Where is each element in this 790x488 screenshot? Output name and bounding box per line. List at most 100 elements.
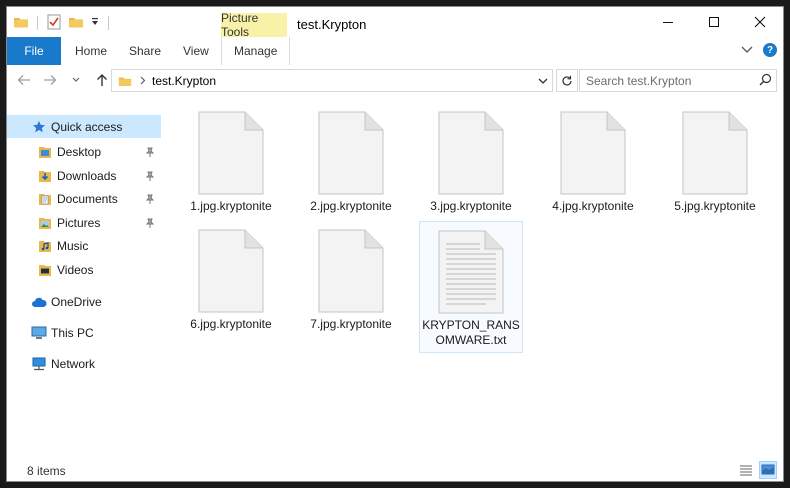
folder-icon bbox=[118, 74, 132, 88]
file-list: 1.jpg.kryptonite 2.jpg.kryptonite 3.jpg.… bbox=[169, 103, 783, 453]
chevron-down-icon bbox=[72, 77, 80, 82]
nav-item-label: Quick access bbox=[51, 119, 123, 134]
refresh-button[interactable] bbox=[556, 69, 578, 92]
file-item[interactable]: 5.jpg.kryptonite bbox=[663, 103, 767, 233]
new-folder-icon[interactable] bbox=[68, 15, 84, 32]
blank-file-icon bbox=[318, 111, 384, 195]
tab-share[interactable]: Share bbox=[129, 37, 161, 65]
network-icon bbox=[31, 356, 47, 372]
pin-icon[interactable] bbox=[145, 170, 155, 184]
recent-locations-button[interactable] bbox=[67, 71, 85, 89]
maximize-button[interactable] bbox=[691, 7, 737, 37]
tab-file[interactable]: File bbox=[7, 37, 61, 65]
navigation-buttons bbox=[15, 71, 111, 89]
search-box[interactable] bbox=[579, 69, 777, 92]
search-input[interactable] bbox=[584, 72, 756, 89]
forward-button[interactable] bbox=[41, 71, 59, 89]
blank-file-icon bbox=[438, 111, 504, 195]
navigation-pane: Quick access Desktop Downloads Documents… bbox=[7, 103, 167, 453]
up-button[interactable] bbox=[93, 71, 111, 89]
quick-access-toolbar bbox=[13, 13, 111, 33]
nav-item-documents[interactable]: Documents bbox=[7, 187, 161, 210]
view-buttons bbox=[737, 461, 777, 479]
minimize-button[interactable] bbox=[645, 7, 691, 37]
nav-item-downloads[interactable]: Downloads bbox=[7, 164, 161, 187]
tab-manage[interactable]: Manage bbox=[221, 37, 291, 65]
folder-icon bbox=[13, 15, 29, 32]
blank-file-icon bbox=[198, 229, 264, 313]
details-view-icon bbox=[740, 465, 752, 476]
nav-item-quick-access[interactable]: Quick access bbox=[7, 115, 161, 138]
ribbon-right: ? bbox=[741, 43, 777, 57]
blank-file-icon bbox=[318, 229, 384, 313]
pin-icon[interactable] bbox=[145, 193, 155, 207]
picture-tools-context-tab: Picture Tools bbox=[221, 11, 287, 39]
customize-toolbar-icon[interactable] bbox=[90, 16, 100, 30]
file-item[interactable]: 6.jpg.kryptonite bbox=[179, 221, 283, 351]
close-button[interactable] bbox=[737, 7, 783, 37]
toolbar-separator bbox=[108, 16, 109, 30]
window-title: test.Krypton bbox=[297, 17, 367, 32]
ribbon-tabs: File Home Share View Manage ? bbox=[7, 37, 783, 66]
properties-icon[interactable] bbox=[46, 14, 62, 33]
file-item[interactable]: 3.jpg.kryptonite bbox=[419, 103, 523, 233]
nav-item-label: Music bbox=[57, 238, 89, 253]
nav-item-label: Network bbox=[51, 356, 96, 371]
nav-item-videos[interactable]: Videos bbox=[7, 258, 161, 281]
nav-item-label: Documents bbox=[57, 191, 118, 206]
nav-item-network[interactable]: Network bbox=[7, 352, 161, 375]
details-view-button[interactable] bbox=[737, 461, 755, 479]
nav-item-label: OneDrive bbox=[51, 294, 102, 309]
folder-pictures-icon bbox=[37, 215, 53, 231]
file-name: 7.jpg.kryptonite bbox=[310, 317, 392, 331]
file-item[interactable]: 2.jpg.kryptonite bbox=[299, 103, 403, 233]
file-item[interactable]: 4.jpg.kryptonite bbox=[541, 103, 645, 233]
file-item[interactable]: 7.jpg.kryptonite bbox=[299, 221, 403, 351]
folder-music-icon bbox=[37, 238, 53, 254]
pin-icon[interactable] bbox=[145, 146, 155, 160]
status-bar: 8 items bbox=[7, 459, 783, 481]
large-icons-view-icon bbox=[761, 464, 775, 475]
address-path[interactable]: test.Krypton bbox=[152, 74, 216, 88]
file-name: 5.jpg.kryptonite bbox=[674, 199, 756, 213]
back-button[interactable] bbox=[15, 71, 33, 89]
refresh-icon bbox=[562, 75, 572, 86]
nav-item-label: Desktop bbox=[57, 144, 102, 159]
nav-item-music[interactable]: Music bbox=[7, 234, 161, 257]
file-item-ransom-note[interactable]: KRYPTON_RANSOMWARE.txt bbox=[419, 221, 523, 353]
tab-view[interactable]: View bbox=[183, 37, 209, 65]
nav-item-onedrive[interactable]: OneDrive bbox=[7, 290, 161, 313]
nav-item-pictures[interactable]: Pictures bbox=[7, 211, 161, 234]
nav-item-desktop[interactable]: Desktop bbox=[7, 140, 161, 163]
help-button[interactable]: ? bbox=[763, 43, 777, 57]
chevron-down-icon bbox=[741, 46, 753, 53]
window-controls bbox=[645, 7, 783, 37]
text-file-icon bbox=[438, 230, 504, 314]
file-name: 6.jpg.kryptonite bbox=[190, 317, 272, 331]
item-count: 8 items bbox=[27, 464, 66, 478]
file-item[interactable]: 1.jpg.kryptonite bbox=[179, 103, 283, 233]
pin-icon[interactable] bbox=[145, 217, 155, 231]
nav-item-label: Pictures bbox=[57, 215, 101, 230]
close-icon bbox=[754, 16, 766, 28]
blank-file-icon bbox=[560, 111, 626, 195]
nav-item-this-pc[interactable]: This PC bbox=[7, 321, 161, 344]
address-bar[interactable]: test.Krypton bbox=[111, 69, 553, 92]
expand-ribbon-button[interactable] bbox=[741, 43, 753, 57]
nav-item-label: Videos bbox=[57, 262, 94, 277]
tab-home[interactable]: Home bbox=[75, 37, 107, 65]
address-dropdown-button[interactable] bbox=[538, 74, 548, 88]
toolbar-separator bbox=[37, 16, 38, 30]
maximize-icon bbox=[709, 17, 719, 27]
large-icons-view-button[interactable] bbox=[759, 461, 777, 479]
star-icon bbox=[31, 119, 47, 135]
arrow-up-icon bbox=[97, 74, 107, 86]
explorer-window: Picture Tools test.Krypton File Home Sha… bbox=[6, 6, 784, 482]
nav-item-label: Downloads bbox=[57, 168, 117, 183]
folder-videos-icon bbox=[37, 262, 53, 278]
cloud-icon bbox=[31, 294, 47, 310]
file-name: 4.jpg.kryptonite bbox=[552, 199, 634, 213]
folder-documents-icon bbox=[37, 191, 53, 207]
minimize-icon bbox=[663, 22, 673, 23]
folder-downloads-icon bbox=[37, 168, 53, 184]
